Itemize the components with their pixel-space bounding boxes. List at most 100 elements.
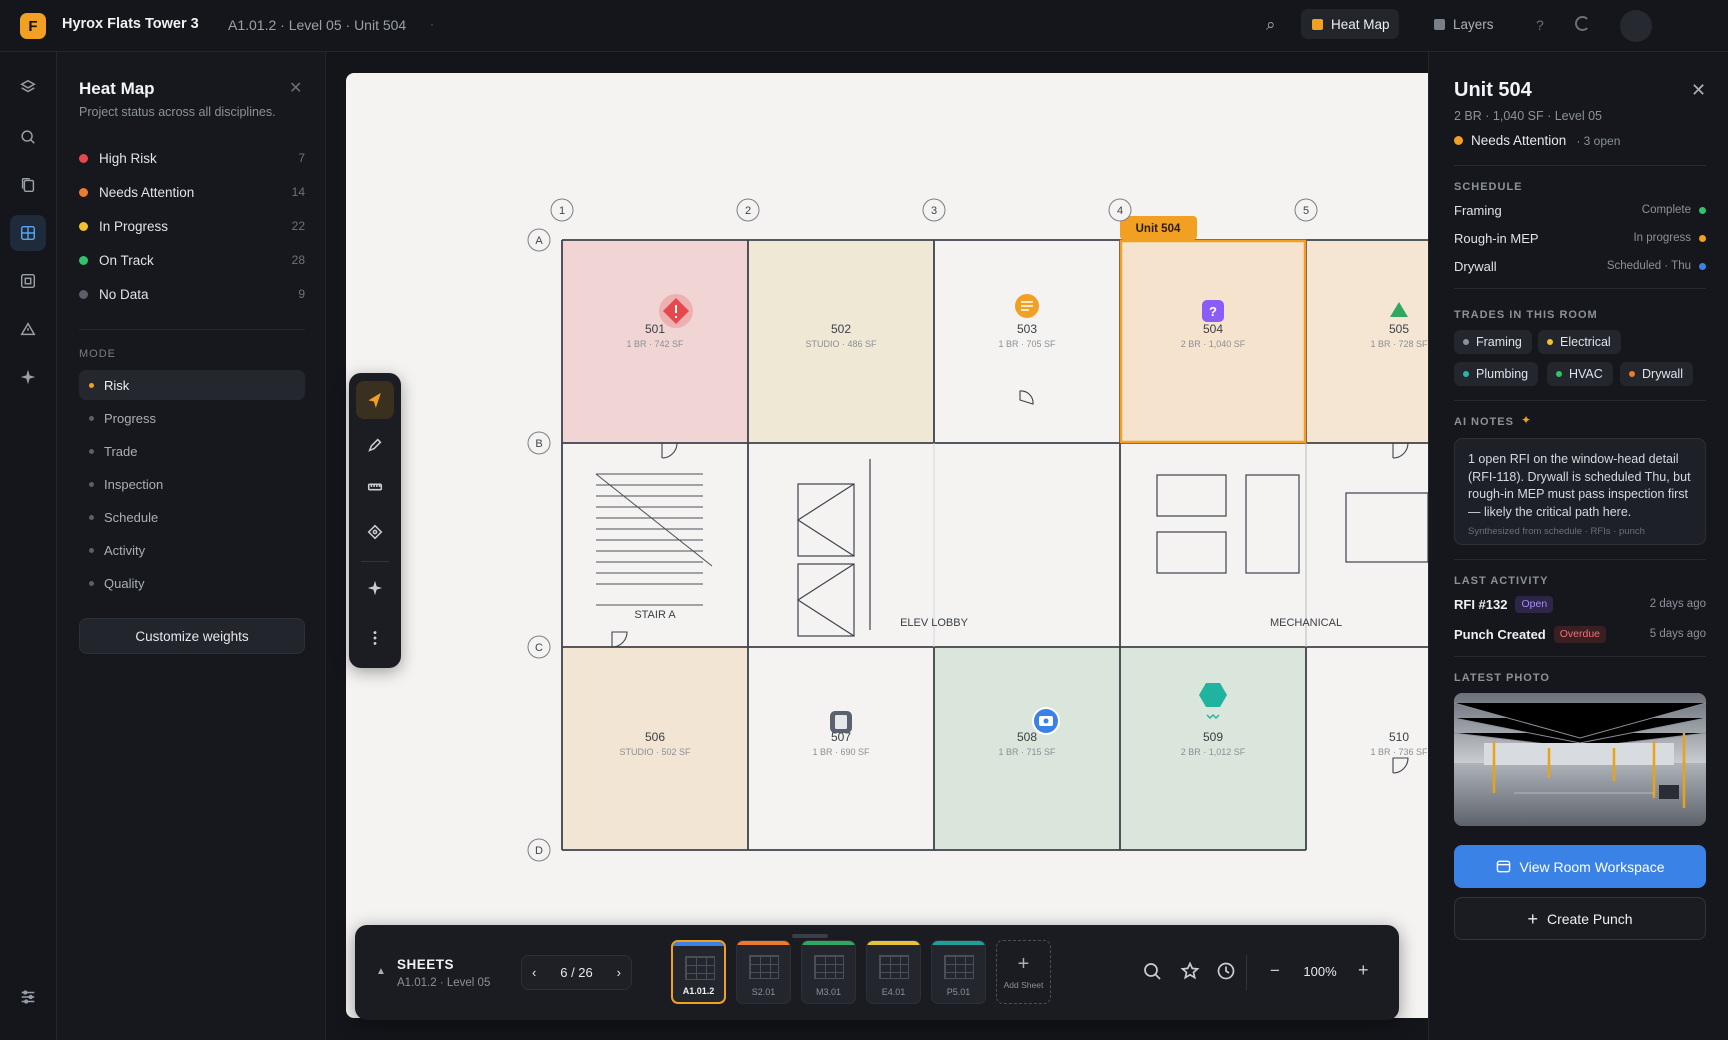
mode-dot [89,580,94,586]
collapse-caret-icon[interactable]: ▲ [376,966,386,977]
elevator-lobby-label: ELEV LOBBY [900,617,969,629]
customize-weights-button[interactable]: Customize weights [79,618,305,654]
view-room-workspace-button[interactable]: View Room Workspace [1454,845,1706,888]
sheet-thumb[interactable]: M3.01 [801,940,856,1004]
tool-select[interactable] [356,381,394,419]
favorite-button[interactable] [1180,961,1200,981]
tool-ai[interactable] [356,569,394,607]
mode-item-schedule[interactable]: Schedule [79,502,305,532]
theme-toggle-icon[interactable] [1575,16,1590,31]
unit-desc: 1 BR · 736 SF [1370,747,1428,757]
sparkle-icon [20,369,36,385]
mode-item-inspection[interactable]: Inspection [79,469,305,499]
history-button[interactable] [1216,961,1236,981]
legend-row[interactable]: No Data 9 [79,284,305,304]
create-punch-button[interactable]: + Create Punch [1454,897,1706,940]
pen-icon [368,438,382,452]
sheet-thumb-label: S2.01 [751,987,776,997]
sheet-thumb-label: A1.01.2 [682,986,715,996]
close-icon[interactable]: ✕ [289,78,302,98]
legend-row[interactable]: On Track 28 [79,250,305,270]
rail-issues-button[interactable] [10,311,46,347]
unit-number: 503 [1017,322,1037,336]
prev-sheet-icon[interactable]: ‹ [532,965,536,980]
marker-507-document[interactable] [830,711,852,733]
ai-notes-source: Synthesized from schedule · RFIs · punch [1468,526,1645,537]
mode-label: Quality [104,575,145,591]
latest-photo[interactable] [1454,693,1706,826]
search-icon[interactable]: ⌕ [1266,15,1276,35]
mode-item-activity[interactable]: Activity [79,535,305,565]
rail-ai-button[interactable] [10,359,46,395]
plan-canvas[interactable]: Unit 504 1 2 3 4 5 A B C D 501 1 BR · 74… [346,73,1428,1018]
legend-label: On Track [99,252,154,268]
tool-pen[interactable] [356,426,394,464]
rail-documents-button[interactable] [10,167,46,203]
status-label: Needs Attention [1471,133,1567,148]
legend-row[interactable]: In Progress 22 [79,216,305,236]
project-name[interactable]: Hyrox Flats Tower 3 [62,16,199,32]
schedule-row[interactable]: Rough-in MEP In progress [1454,229,1706,247]
schedule-row[interactable]: Framing Complete [1454,201,1706,219]
activity-row[interactable]: Punch Created Overdue 5 days ago [1454,624,1706,644]
zoom-out-button[interactable]: − [1270,961,1280,981]
panel-divider [79,329,305,330]
drag-handle[interactable] [792,934,828,938]
cursor-icon [368,392,381,408]
rail-search-button[interactable] [10,119,46,155]
app-logo[interactable]: F [20,13,46,39]
search-sheets-button[interactable] [1142,961,1162,981]
marker-503-note[interactable] [1015,294,1039,318]
trade-chip[interactable]: HVAC [1547,362,1613,386]
heat-map-button[interactable]: Heat Map [1301,9,1399,39]
marker-501-risk[interactable] [659,294,693,328]
sheet-color-bar [867,941,920,945]
legend-count: 22 [291,219,305,233]
unit-number: 510 [1389,730,1409,744]
schedule-dot [1699,234,1706,242]
marker-504-question[interactable]: ? [1202,300,1224,322]
schedule-state: Complete [1641,204,1691,216]
marker-508-photo[interactable] [1032,707,1060,735]
mode-item-trade[interactable]: Trade [79,436,305,466]
rail-sheets-button[interactable] [10,215,46,251]
schedule-state: In progress [1633,232,1691,244]
activity-row[interactable]: RFI #132 Open 2 days ago [1454,594,1706,614]
schedule-row[interactable]: Drywall Scheduled · Thu [1454,257,1706,275]
tool-pin[interactable] [356,513,394,551]
rail-layers-button[interactable] [10,69,46,105]
trade-chip[interactable]: Electrical [1538,330,1621,354]
sheet-thumb[interactable]: P5.01 [931,940,986,1004]
sheet-thumb[interactable]: E4.01 [866,940,921,1004]
sheet-thumb[interactable]: A1.01.2 [671,940,726,1004]
help-icon[interactable]: ? [1536,17,1544,33]
unit-desc: 1 BR · 715 SF [998,747,1056,757]
user-avatar[interactable] [1620,10,1652,42]
breadcrumb[interactable]: A1.01.2 · Level 05 · Unit 504 [228,17,406,33]
add-sheet-button[interactable]: + Add Sheet [996,940,1051,1004]
sheet-thumb[interactable]: S2.01 [736,940,791,1004]
legend-row[interactable]: Needs Attention 14 [79,182,305,202]
trade-chip[interactable]: Plumbing [1454,362,1539,386]
legend-row[interactable]: High Risk 7 [79,148,305,168]
tool-more[interactable] [356,619,394,657]
layers-button[interactable]: Layers [1434,9,1494,39]
layers-icon [20,79,36,93]
rail-settings-button[interactable] [10,979,46,1015]
mode-item-quality[interactable]: Quality [79,568,305,598]
trade-chip[interactable]: Framing [1454,330,1532,354]
close-icon[interactable]: ✕ [1691,80,1706,101]
tool-measure[interactable] [356,468,394,506]
next-sheet-icon[interactable]: › [617,965,621,980]
mode-label: Inspection [104,476,164,492]
rail-rooms-button[interactable] [10,263,46,299]
trade-chip[interactable]: Drywall [1620,362,1693,386]
mode-dot [89,514,94,520]
mode-item-risk[interactable]: Risk [79,370,305,400]
search-icon [1144,963,1161,980]
floor-plan[interactable]: Unit 504 1 2 3 4 5 A B C D 501 1 BR · 74… [346,73,1428,1018]
sheets-subtitle: A1.01.2 · Level 05 [397,977,491,989]
section-divider [1454,288,1706,289]
mode-item-progress[interactable]: Progress [79,403,305,433]
zoom-in-button[interactable]: + [1358,960,1369,981]
